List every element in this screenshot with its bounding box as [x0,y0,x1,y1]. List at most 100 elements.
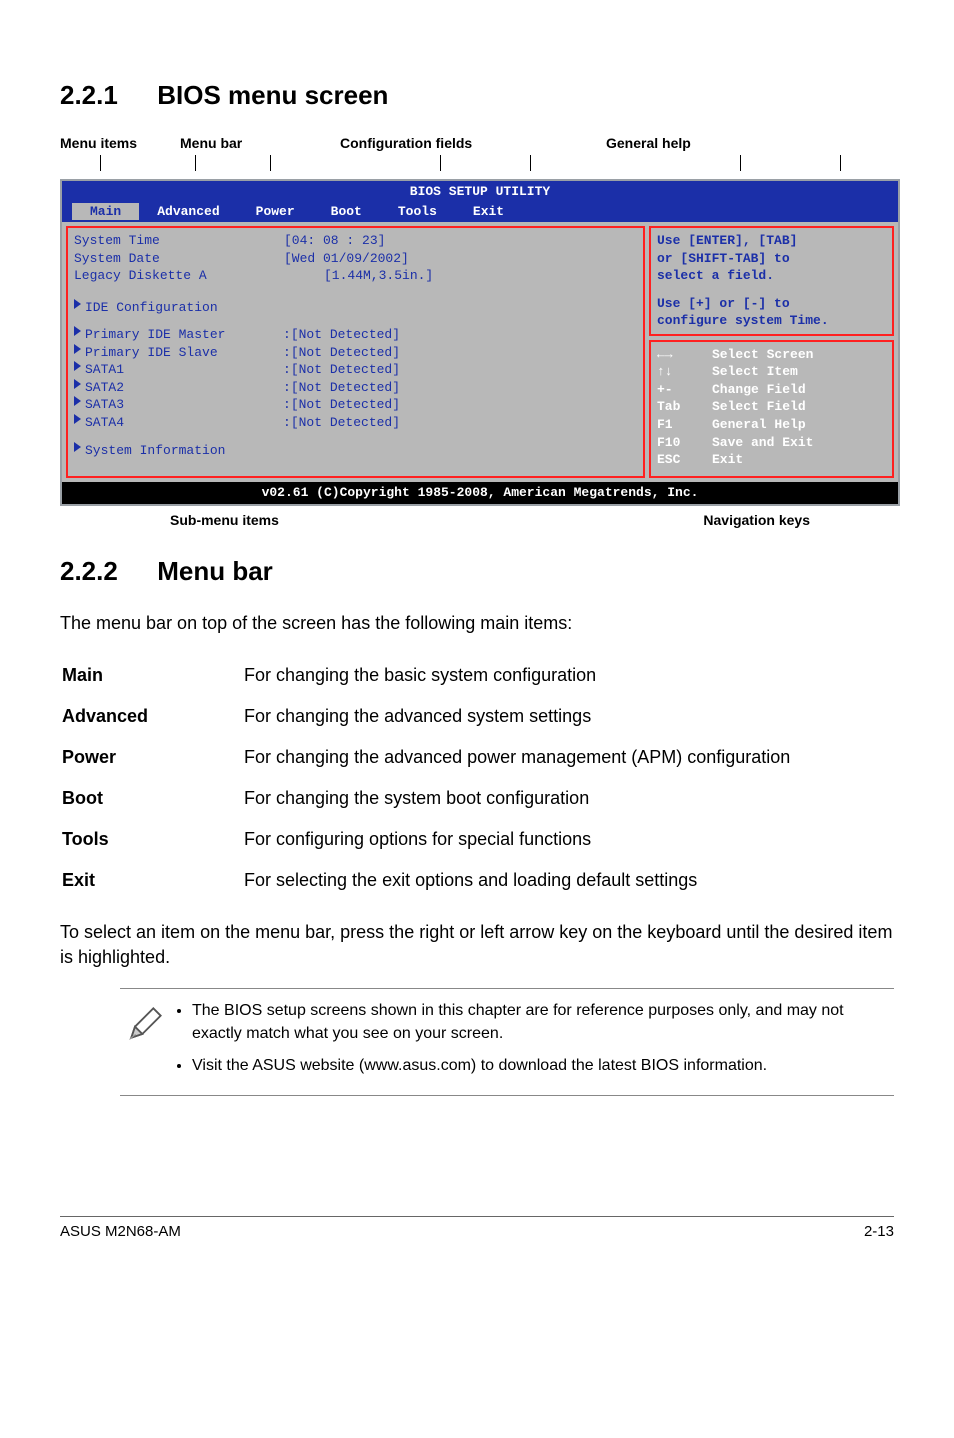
bios-tab-boot[interactable]: Boot [313,203,380,221]
term-tools: Tools [62,820,242,859]
term-power: Power [62,738,242,777]
heading-221-title: BIOS menu screen [157,80,388,110]
triangle-icon [74,442,81,452]
bios-nav-box: Select Screen Select Item +-Change Field… [649,340,894,478]
term-exit: Exit [62,861,242,900]
help-l3: select a field. [657,267,886,285]
lbl-sata2: SATA2 [85,379,283,397]
nav-row: Select Item [657,363,886,381]
nav-general-help: General Help [712,416,806,434]
term-boot: Boot [62,779,242,818]
row-system-info[interactable]: System Information [74,442,637,460]
val-system-time: [04: 08 : 23] [284,232,385,250]
para-select: To select an item on the menu bar, press… [60,920,894,970]
def-row: MainFor changing the basic system config… [62,656,790,695]
row-ide-config[interactable]: IDE Configuration [74,299,637,317]
triangle-icon [74,396,81,406]
row-primary-slave[interactable]: Primary IDE Slave: [Not Detected] [74,344,637,362]
lbl-legacy: Legacy Diskette A [74,267,284,285]
note-text: The BIOS setup screens shown in this cha… [174,999,890,1085]
triangle-icon [74,326,81,336]
heading-221-num: 2.2.1 [60,80,150,111]
colon: : [283,379,291,397]
label-general-help: General help [606,135,856,151]
label-menu-bar: Menu bar [180,135,340,151]
heading-221: 2.2.1 BIOS menu screen [60,80,894,111]
bottom-labels: Sub-menu items Navigation keys [60,512,900,528]
nav-exit: Exit [712,451,743,469]
val-sata4: [Not Detected] [291,414,400,432]
row-sata3[interactable]: SATA3: [Not Detected] [74,396,637,414]
bios-tab-power[interactable]: Power [238,203,313,221]
val-pim: [Not Detected] [291,326,400,344]
row-legacy-diskette[interactable]: Legacy Diskette A [1.44M,3.5in.] [74,267,637,285]
triangle-icon [74,414,81,424]
bios-tab-tools[interactable]: Tools [380,203,455,221]
desc-tools: For configuring options for special func… [244,820,790,859]
label-config-fields: Configuration fields [340,135,560,151]
bios-title: BIOS SETUP UTILITY [62,181,898,203]
nav-row: F1General Help [657,416,886,434]
triangle-icon [74,379,81,389]
key-tab: Tab [657,398,712,416]
triangle-icon [74,344,81,354]
key-plus-minus: +- [657,381,712,399]
footer-product: ASUS M2N68-AM [60,1223,181,1240]
callout-ticks [60,155,894,177]
term-main: Main [62,656,242,695]
row-sata2[interactable]: SATA2: [Not Detected] [74,379,637,397]
nav-row: TabSelect Field [657,398,886,416]
val-sata2: [Not Detected] [291,379,400,397]
term-advanced: Advanced [62,697,242,736]
desc-power: For changing the advanced power manageme… [244,738,790,777]
lbl-sata3: SATA3 [85,396,283,414]
arrows-lr-icon [657,346,712,364]
nav-select-item: Select Item [712,363,798,381]
nav-select-field: Select Field [712,398,806,416]
label-submenu: Sub-menu items [170,512,279,528]
help-l1: Use [ENTER], [TAB] [657,232,886,250]
bios-tab-exit[interactable]: Exit [455,203,522,221]
pencil-note-icon [124,999,174,1050]
nav-row: Select Screen [657,346,886,364]
footer-page-number: 2-13 [864,1223,894,1240]
val-legacy: [1.44M,3.5in.] [324,267,433,285]
def-row: AdvancedFor changing the advanced system… [62,697,790,736]
note-1: The BIOS setup screens shown in this cha… [192,999,890,1045]
bios-body: System Time [04: 08 : 23] System Date [W… [62,222,898,482]
bios-right-pane: Use [ENTER], [TAB] or [SHIFT-TAB] to sel… [649,226,894,478]
row-system-time[interactable]: System Time [04: 08 : 23] [74,232,637,250]
bios-tab-main[interactable]: Main [72,203,139,221]
def-row: BootFor changing the system boot configu… [62,779,790,818]
bios-help-box: Use [ENTER], [TAB] or [SHIFT-TAB] to sel… [649,226,894,336]
val-pis: [Not Detected] [291,344,400,362]
key-esc: ESC [657,451,712,469]
nav-change-field: Change Field [712,381,806,399]
label-navkeys: Navigation keys [703,512,810,528]
bios-tab-advanced[interactable]: Advanced [139,203,237,221]
colon: : [283,396,291,414]
val-sata3: [Not Detected] [291,396,400,414]
desc-main: For changing the basic system configurat… [244,656,790,695]
desc-boot: For changing the system boot configurati… [244,779,790,818]
bios-menu-bar: Main Advanced Power Boot Tools Exit [62,203,898,223]
row-primary-master[interactable]: Primary IDE Master: [Not Detected] [74,326,637,344]
def-row: ExitFor selecting the exit options and l… [62,861,790,900]
note-box: The BIOS setup screens shown in this cha… [120,988,894,1096]
bios-screenshot: BIOS SETUP UTILITY Main Advanced Power B… [60,179,900,506]
nav-row: F10Save and Exit [657,434,886,452]
colon: : [283,414,291,432]
colon: : [283,361,291,379]
row-sata1[interactable]: SATA1: [Not Detected] [74,361,637,379]
lbl-sysinfo: System Information [85,442,225,460]
help-l2: or [SHIFT-TAB] to [657,250,886,268]
heading-222-title: Menu bar [157,556,273,586]
menu-definitions: MainFor changing the basic system config… [60,654,792,902]
val-sata1: [Not Detected] [291,361,400,379]
row-system-date[interactable]: System Date [Wed 01/09/2002] [74,250,637,268]
row-sata4[interactable]: SATA4: [Not Detected] [74,414,637,432]
def-row: ToolsFor configuring options for special… [62,820,790,859]
lbl-system-date: System Date [74,250,284,268]
desc-advanced: For changing the advanced system setting… [244,697,790,736]
triangle-icon [74,361,81,371]
